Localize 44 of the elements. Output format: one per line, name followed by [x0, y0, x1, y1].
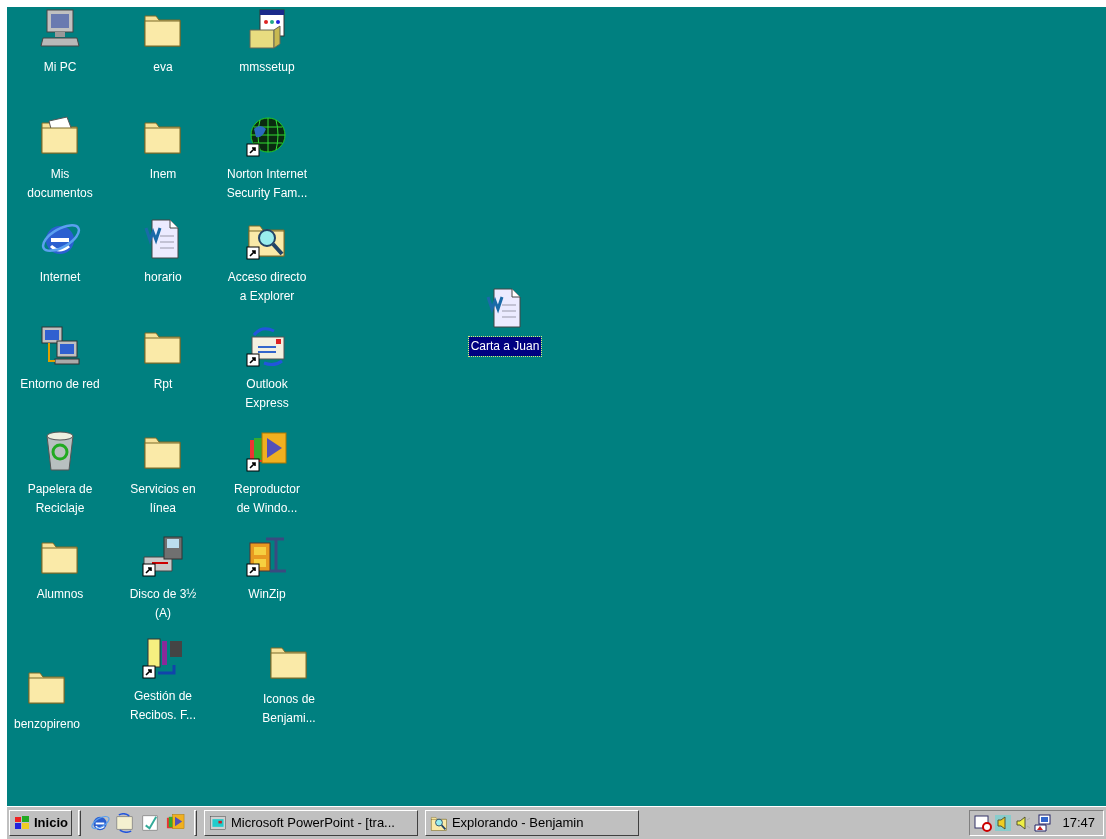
speaker-network-icon[interactable]: [994, 814, 1013, 832]
cabinet-icon[interactable]: [246, 535, 288, 577]
icon-label[interactable]: mmssetup: [237, 58, 297, 77]
calendar-icon[interactable]: [974, 814, 993, 832]
clock[interactable]: 17:47: [1062, 813, 1095, 833]
magnifier-folder-icon[interactable]: [429, 814, 448, 832]
icon-label[interactable]: Reproductor de Windo...: [231, 480, 302, 518]
icon-label[interactable]: Internet: [37, 268, 83, 287]
start-button[interactable]: Inicio: [9, 810, 72, 836]
icon-label[interactable]: Mis documentos: [25, 165, 95, 203]
icon-label[interactable]: Rpt: [151, 375, 175, 394]
icon-label[interactable]: Papelera de Reciclaje: [25, 480, 95, 518]
icon-label[interactable]: benzopireno: [11, 715, 83, 734]
speaker-icon[interactable]: [1014, 814, 1033, 832]
taskbar-button[interactable]: Microsoft PowerPoint - [tra...: [203, 810, 418, 836]
icon-label[interactable]: Norton Internet Security Fam...: [224, 165, 310, 203]
globe-icon[interactable]: [246, 115, 288, 157]
icon-label[interactable]: eva: [151, 58, 175, 77]
icon-label[interactable]: Gestión de Recibos. F...: [128, 687, 198, 725]
icon-label[interactable]: Carta a Juan: [468, 337, 542, 356]
icon-label[interactable]: Inem: [147, 165, 179, 184]
icon-label[interactable]: Alumnos: [34, 585, 86, 604]
icon-label[interactable]: Mi PC: [41, 58, 79, 77]
floppy-drive-icon[interactable]: [142, 535, 184, 577]
icon-label[interactable]: Entorno de red: [18, 375, 102, 394]
monitor-icon[interactable]: [1034, 814, 1053, 832]
icon-label[interactable]: Acceso directo a Explorer: [225, 268, 309, 306]
icon-label[interactable]: Servicios en línea: [128, 480, 198, 518]
play-icon[interactable]: [246, 430, 288, 472]
taskbar-button[interactable]: Explorando - Benjamin: [424, 810, 639, 836]
icon-label[interactable]: horario: [142, 268, 184, 287]
folder-icon[interactable]: [39, 115, 81, 157]
browser-icon[interactable]: [89, 813, 110, 833]
presentation-icon[interactable]: [208, 814, 227, 832]
icon-label[interactable]: Disco de 3½ (A): [127, 585, 199, 623]
windows-logo-icon: [13, 815, 31, 831]
icon-label[interactable]: WinZip: [246, 585, 288, 604]
icon-label[interactable]: Outlook Express: [243, 375, 291, 413]
network-icon[interactable]: [39, 325, 81, 367]
computer-icon[interactable]: [39, 8, 81, 50]
icon-label[interactable]: Iconos de Benjami...: [260, 690, 318, 728]
box-icon[interactable]: [246, 8, 288, 50]
application-icon[interactable]: [142, 637, 184, 679]
checkmark-icon[interactable]: [139, 813, 160, 833]
